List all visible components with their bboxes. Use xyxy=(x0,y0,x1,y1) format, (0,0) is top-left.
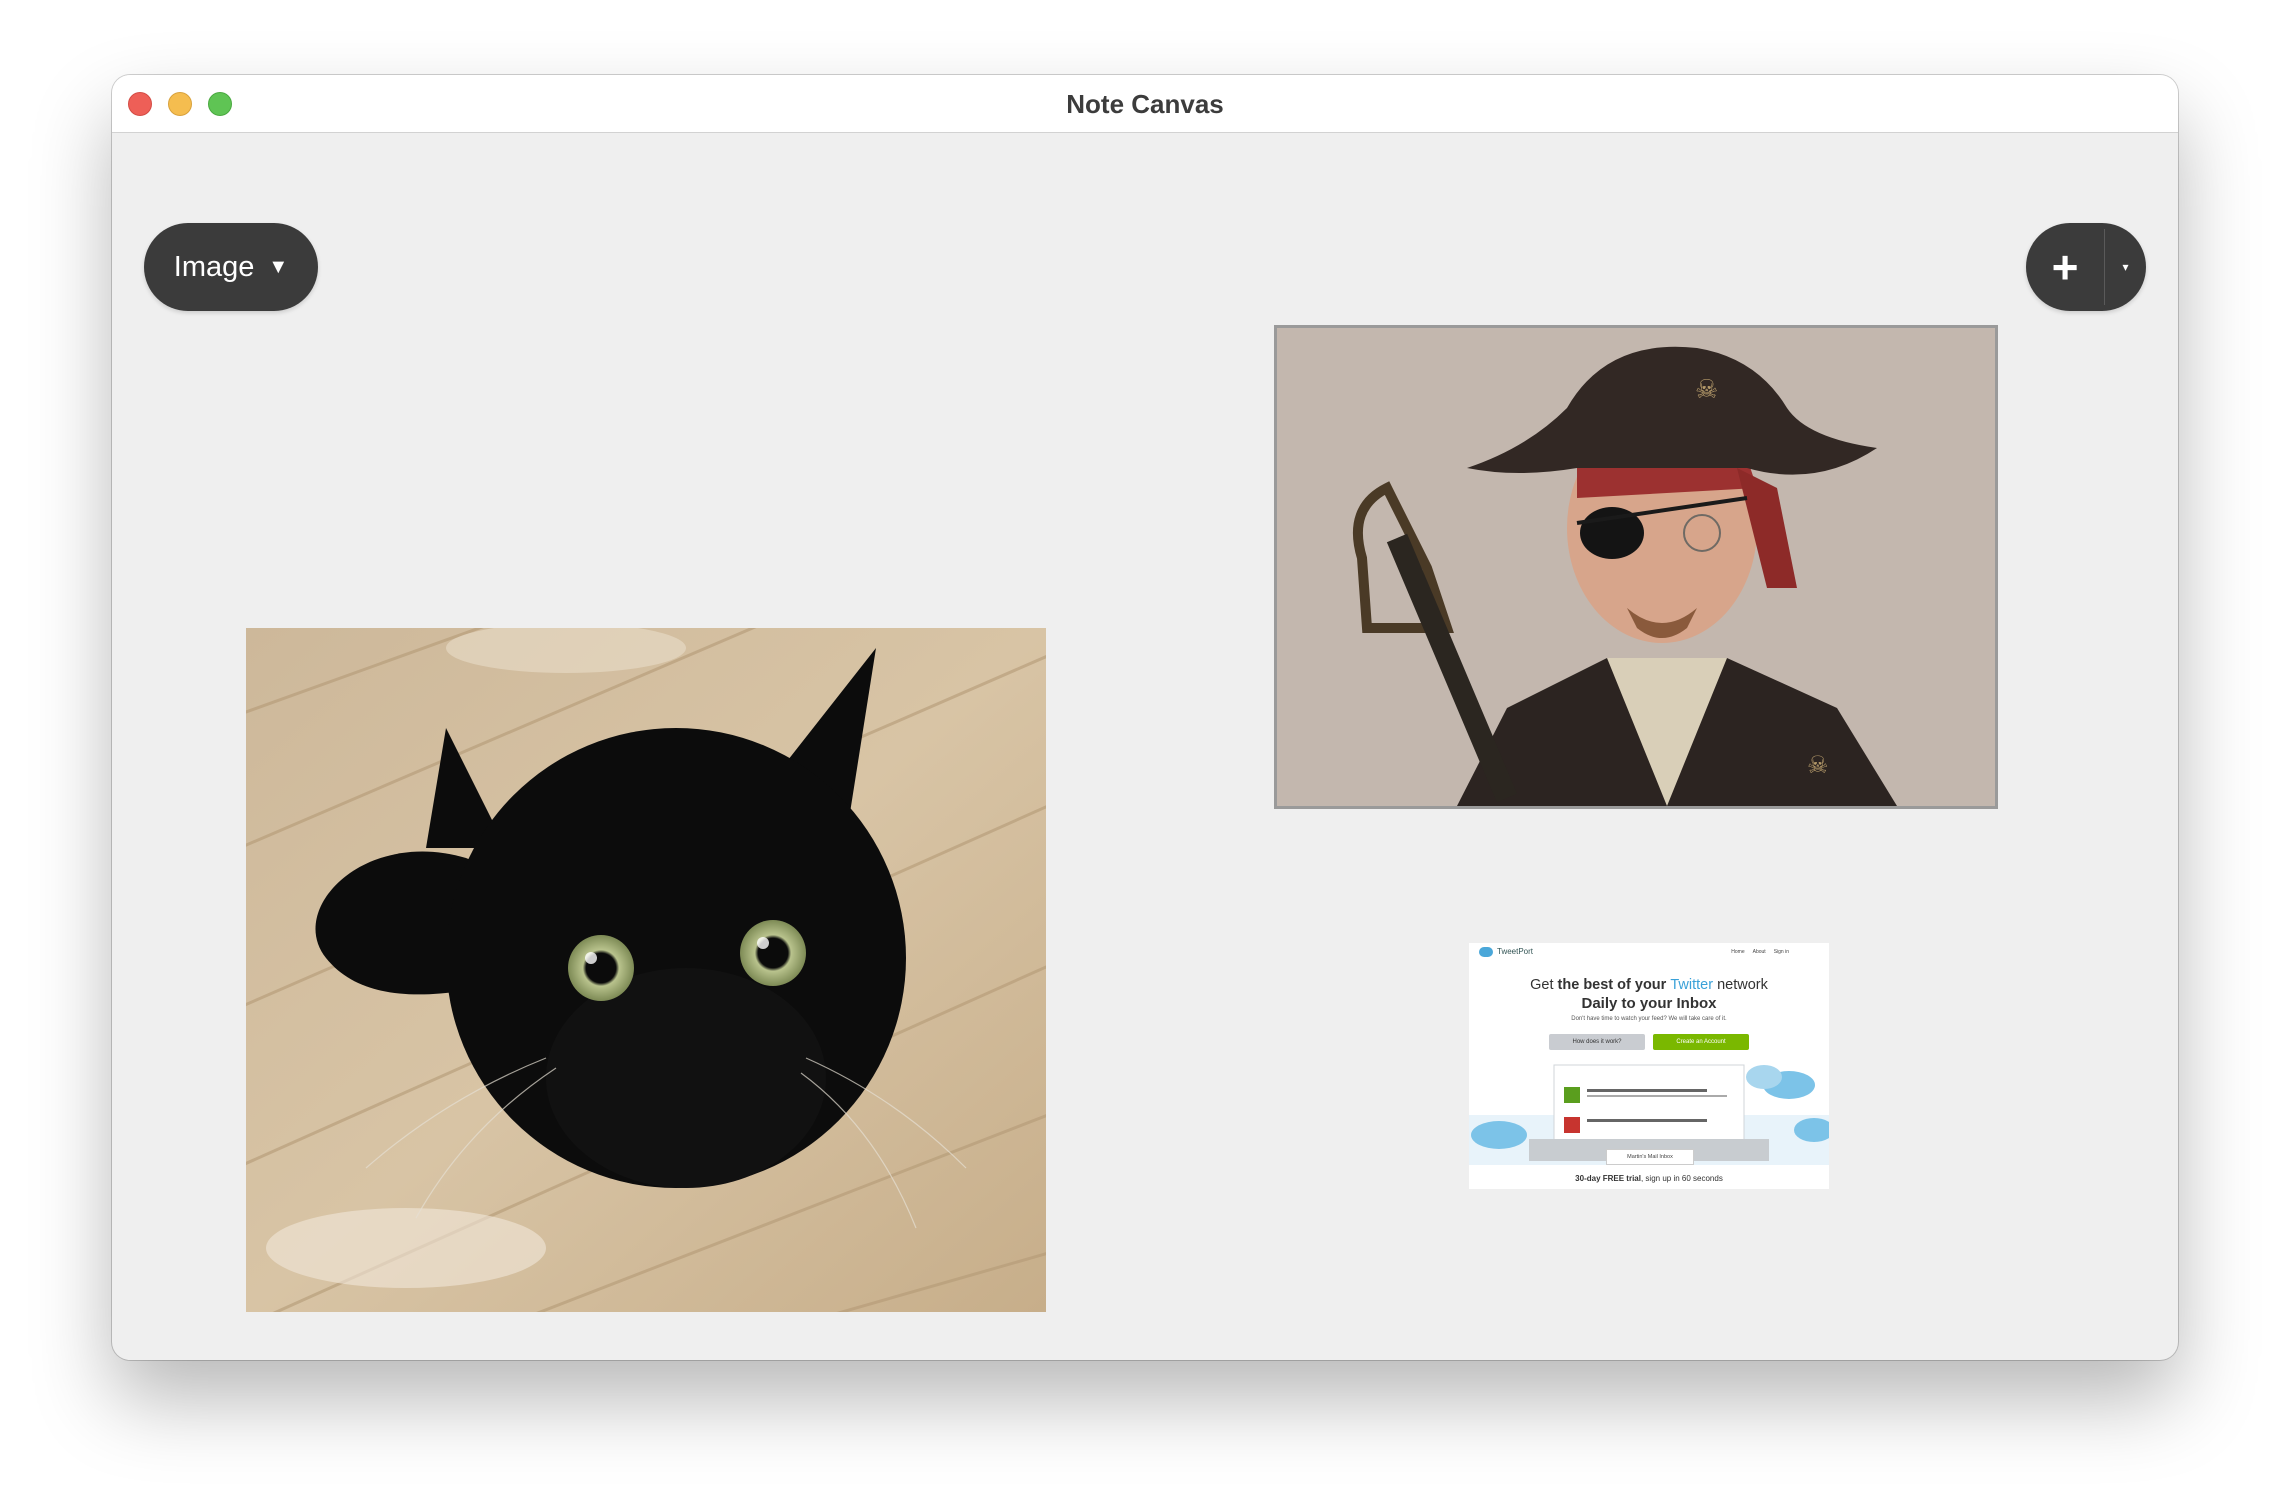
site-headline-prefix: Get xyxy=(1530,977,1558,993)
site-footer-bold: 30-day FREE trial xyxy=(1575,1174,1641,1183)
black-cat-photo xyxy=(246,628,1046,1312)
site-create-account-button: Create an Account xyxy=(1653,1034,1749,1050)
title-bar[interactable]: Note Canvas xyxy=(112,75,2178,133)
site-footer-rest: , sign up in 60 seconds xyxy=(1640,1174,1723,1183)
window-title: Note Canvas xyxy=(1066,89,1224,119)
add-note-button[interactable]: + xyxy=(2026,223,2104,311)
dropdown-arrow-icon: ▼ xyxy=(268,255,289,278)
site-footer-trial: 30-day FREE trial, sign up in 60 seconds xyxy=(1469,1174,1829,1183)
add-note-split-button[interactable]: + ▾ xyxy=(2026,223,2146,311)
note-canvas[interactable]: Image ▼ + ▾ ☠ ☠ TweetPort Home About Sig… xyxy=(112,133,2178,1360)
site-nav: Home About Sign in xyxy=(1731,949,1789,955)
site-nav-about: About xyxy=(1752,949,1766,955)
site-headline: Get the best of your Twitter network xyxy=(1469,977,1829,993)
svg-text:☠: ☠ xyxy=(1695,375,1718,405)
note-type-dropdown[interactable]: Image ▼ xyxy=(144,223,318,311)
cat-image-note[interactable] xyxy=(246,628,1046,1312)
svg-text:☠: ☠ xyxy=(1807,751,1829,779)
site-nav-home: Home xyxy=(1731,949,1745,955)
site-headline-line2: Daily to your Inbox xyxy=(1581,995,1717,1012)
add-options-chevron-icon[interactable]: ▾ xyxy=(2105,223,2146,311)
note-type-label: Image xyxy=(173,250,255,283)
tweetport-cloud-icon xyxy=(1479,947,1493,957)
site-inbox-label: Martin's Mail Inbox xyxy=(1606,1149,1694,1165)
site-headline-brand: Twitter xyxy=(1670,977,1714,993)
site-nav-signin: Sign in xyxy=(1773,949,1789,955)
tweetport-website-screenshot: TweetPort Home About Sign in Get the bes… xyxy=(1469,943,1829,1189)
note-canvas-window: Note Canvas Image ▼ + ▾ ☠ ☠ TweetPort Ho… xyxy=(112,75,2178,1360)
site-subline: Don't have time to watch your feed? We w… xyxy=(1571,1016,1727,1022)
site-how-button: How does it work? xyxy=(1549,1034,1645,1050)
site-headline-bold: the best of your xyxy=(1557,977,1671,993)
pirate-image-note[interactable]: ☠ ☠ xyxy=(1274,325,1998,809)
pirate-portrait-photo: ☠ ☠ xyxy=(1277,328,1995,806)
tweetport-logo: TweetPort xyxy=(1497,947,1534,956)
site-headline-suffix: network xyxy=(1713,977,1768,993)
website-screenshot-note[interactable]: TweetPort Home About Sign in Get the bes… xyxy=(1469,943,1829,1189)
